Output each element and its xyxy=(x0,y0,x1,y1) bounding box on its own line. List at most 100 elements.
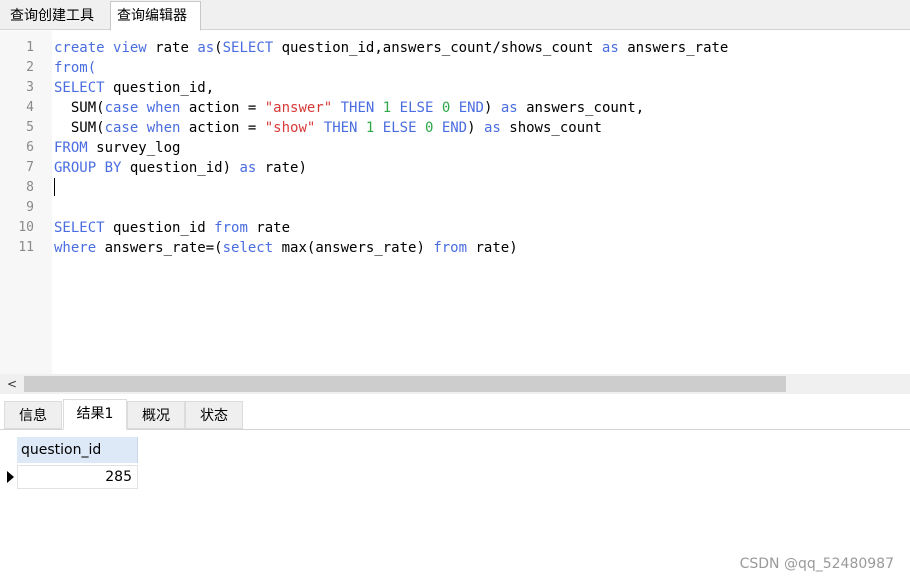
code-token: ELSE xyxy=(399,100,434,116)
code-token: ( xyxy=(214,40,223,56)
line-number: 2 xyxy=(26,60,34,75)
code-token: THEN xyxy=(340,100,375,116)
horizontal-scrollbar[interactable]: < xyxy=(0,374,910,394)
code-line[interactable]: 5 SUM(case when action = "show" THEN 1 E… xyxy=(0,118,910,138)
table-cell[interactable]: 285 xyxy=(17,465,138,489)
code-token: survey_log xyxy=(87,140,181,156)
code-line[interactable]: 11 where answers_rate=(select max(answers… xyxy=(0,238,910,258)
code-token: rate) xyxy=(256,160,307,176)
code-token: question_id) xyxy=(121,160,240,176)
code-token: from xyxy=(433,240,468,256)
scrollbar-thumb[interactable] xyxy=(24,376,786,392)
tab-query-builder[interactable]: 查询创建工具 xyxy=(4,2,108,30)
line-number: 11 xyxy=(18,240,34,255)
code-line[interactable]: 4 SUM(case when action = "answer" THEN 1… xyxy=(0,98,910,118)
line-number: 8 xyxy=(26,180,34,195)
code-text[interactable]: SUM(case when action = "show" THEN 1 ELS… xyxy=(54,118,602,138)
code-token: ) xyxy=(467,120,484,136)
code-token: where xyxy=(54,240,97,256)
code-token: case xyxy=(104,120,139,136)
code-token: when xyxy=(146,100,181,116)
code-token: from xyxy=(214,220,248,236)
code-token: FROM xyxy=(54,140,88,156)
code-text[interactable]: create view rate as(SELECT question_id,a… xyxy=(54,38,728,58)
code-text[interactable]: SELECT question_id from rate xyxy=(54,218,290,238)
code-line[interactable]: 2 from( xyxy=(0,58,910,78)
tab-status[interactable]: 状态 xyxy=(185,401,243,429)
code-text[interactable]: where answers_rate=(select max(answers_r… xyxy=(54,238,518,258)
line-number: 3 xyxy=(26,80,34,95)
code-token: select xyxy=(222,240,274,256)
code-token: ) xyxy=(483,100,501,116)
code-line[interactable]: 9 xyxy=(0,198,910,218)
column-header-question-id[interactable]: question_id xyxy=(17,437,138,463)
row-indicator[interactable] xyxy=(4,465,17,489)
code-token: rate) xyxy=(467,240,518,256)
code-line[interactable]: 1 create view rate as(SELECT question_id,… xyxy=(0,38,910,58)
code-token: question_id,answers_count/shows_count xyxy=(273,40,602,56)
tab-info[interactable]: 信息 xyxy=(4,401,62,429)
code-token: question_id xyxy=(104,220,215,236)
watermark: CSDN @qq_52480987 xyxy=(739,556,894,572)
code-token: GROUP BY xyxy=(54,160,122,176)
code-token: rate xyxy=(247,220,291,236)
code-text[interactable]: from( xyxy=(54,58,96,78)
scroll-left-arrow-icon[interactable]: < xyxy=(3,374,21,394)
tab-result-1[interactable]: 结果1 xyxy=(63,399,127,430)
line-number: 4 xyxy=(26,100,34,115)
line-number: 7 xyxy=(26,160,34,175)
code-token: view xyxy=(113,40,147,56)
line-number: 9 xyxy=(26,200,34,215)
text-cursor xyxy=(54,178,55,196)
code-token: case xyxy=(104,100,139,116)
code-text[interactable]: FROM survey_log xyxy=(54,138,180,158)
code-token: SELECT xyxy=(54,80,105,96)
sql-editor[interactable]: 1 create view rate as(SELECT question_id,… xyxy=(0,31,910,374)
line-number: 1 xyxy=(26,40,34,55)
result-tab-bar: 信息 结果1 概况 状态 xyxy=(0,399,910,430)
code-token: 0 xyxy=(441,100,451,116)
code-line[interactable]: 10 SELECT question_id from rate xyxy=(0,218,910,238)
code-token: THEN xyxy=(323,120,358,136)
code-token: as xyxy=(601,40,619,56)
code-token: answers_rate xyxy=(618,40,729,56)
code-token: 1 xyxy=(382,100,392,116)
code-token: "answer" xyxy=(264,100,333,116)
code-text[interactable]: SUM(case when action = "answer" THEN 1 E… xyxy=(54,98,644,118)
code-token: SELECT xyxy=(222,40,274,56)
code-token: from( xyxy=(54,60,97,76)
code-token: when xyxy=(146,120,181,136)
code-line[interactable]: 8 xyxy=(0,178,910,198)
tab-query-editor[interactable]: 查询编辑器 xyxy=(110,1,201,31)
code-token: answers_rate=( xyxy=(96,240,223,256)
line-number: 6 xyxy=(26,140,34,155)
code-token: as xyxy=(500,100,518,116)
code-token: SUM( xyxy=(54,120,105,136)
line-number: 10 xyxy=(18,220,34,235)
code-token: "show" xyxy=(264,120,316,136)
code-token: question_id, xyxy=(104,80,215,96)
code-line[interactable]: 7 GROUP BY question_id) as rate) xyxy=(0,158,910,178)
code-token: answers_count, xyxy=(517,100,645,116)
code-text[interactable]: GROUP BY question_id) as rate) xyxy=(54,158,307,178)
code-token: as xyxy=(483,120,501,136)
code-token: as xyxy=(197,40,215,56)
code-line[interactable]: 6 FROM survey_log xyxy=(0,138,910,158)
tab-profile[interactable]: 概况 xyxy=(127,401,185,429)
code-token: rate xyxy=(146,40,198,56)
line-number: 5 xyxy=(26,120,34,135)
code-line[interactable]: 3 SELECT question_id, xyxy=(0,78,910,98)
code-token: action = xyxy=(180,100,265,116)
code-text[interactable]: SELECT question_id, xyxy=(54,78,214,98)
current-row-arrow-icon xyxy=(7,471,14,483)
